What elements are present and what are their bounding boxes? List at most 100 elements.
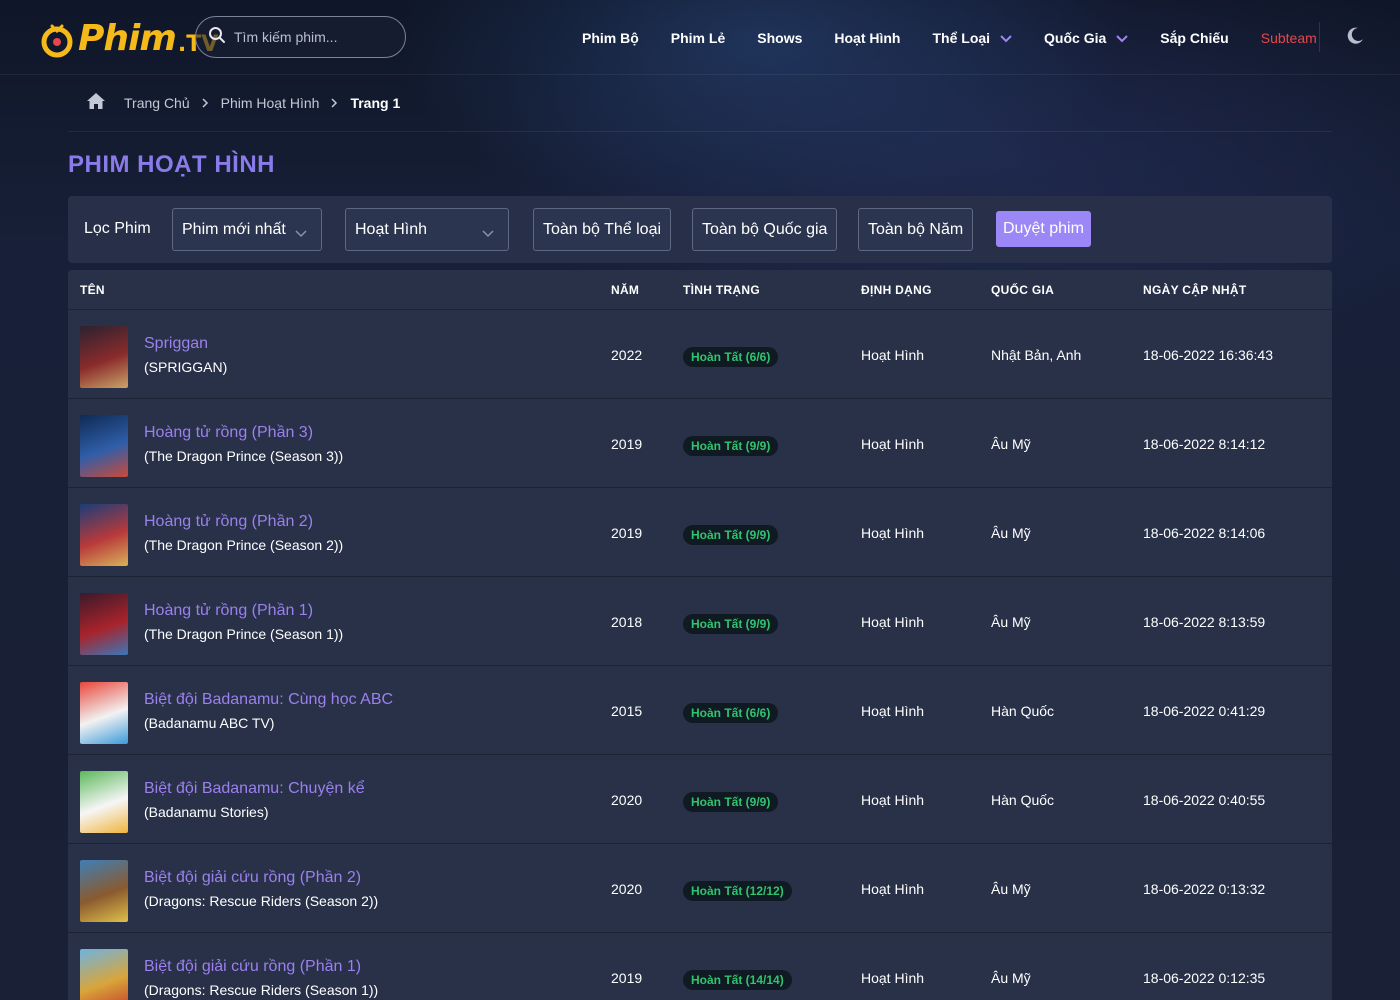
table-row[interactable]: Hoàng tử rồng (Phần 3) (The Dragon Prince… [68,399,1332,488]
table-row[interactable]: Hoàng tử rồng (Phần 1) (The Dragon Prince… [68,577,1332,666]
movie-format: Hoạt Hình [861,703,925,719]
column-header-country: QUỐC GIA [991,283,1055,297]
nav-sap-chieu[interactable]: Sắp Chiếu [1160,30,1228,46]
nav-shows[interactable]: Shows [757,30,802,46]
poster-thumbnail[interactable] [80,415,128,477]
column-header-updated: NGÀY CẬP NHẬT [1143,283,1247,297]
poster-thumbnail[interactable] [80,771,128,833]
movie-format: Hoạt Hình [861,347,925,363]
movie-year: 2019 [611,970,643,986]
moon-icon[interactable] [1345,26,1365,51]
poster-thumbnail[interactable] [80,326,128,388]
column-header-status: TÌNH TRẠNG [683,283,760,297]
nav-label: Phim Bộ [582,29,639,46]
movie-updated-date: 18-06-2022 8:14:12 [1143,436,1266,452]
movie-title-link[interactable]: Biệt đội Badanamu: Chuyện kể [144,780,365,798]
country-filter-button[interactable]: Toàn bộ Quốc gia [692,208,838,251]
movie-country: Âu Mỹ [991,970,1031,986]
home-icon[interactable] [86,92,106,113]
poster-thumbnail[interactable] [80,860,128,922]
poster-thumbnail[interactable] [80,593,128,655]
nav-phim-bo[interactable]: Phim Bộ [582,30,639,46]
poster-thumbnail[interactable] [80,949,128,1000]
site-logo[interactable]: Phim .TV [40,16,218,58]
nav-the-loai-dropdown[interactable]: Thể Loại [932,30,1012,46]
chevron-down-icon [295,225,307,243]
nav-phim-le[interactable]: Phim Lẻ [671,30,725,46]
movie-original-title: (Badanamu ABC TV) [144,715,275,731]
nav-label: Phim Lẻ [670,29,726,46]
movie-title-link[interactable]: Biệt đội giải cứu rồng (Phần 1) [144,958,361,976]
genre-filter-label: Toàn bộ Thể loại [543,220,662,238]
column-header-year: NĂM [611,283,640,297]
search-input[interactable] [234,29,394,45]
chevron-down-icon [1116,30,1128,46]
table-row[interactable]: Biệt đội giải cứu rồng (Phần 2) (Dragons:… [68,844,1332,933]
movie-table: TÊN NĂM TÌNH TRẠNG ĐỊNH DẠNG QUỐC GIA NG… [68,270,1332,1000]
movie-year: 2015 [611,703,643,719]
movie-original-title: (The Dragon Prince (Season 1)) [144,626,344,642]
movie-updated-date: 18-06-2022 0:40:55 [1143,792,1266,808]
breadcrumb: Trang Chủ Phim Hoạt Hình Trang 1 [86,92,400,113]
status-badge: Hoàn Tất (9/9) [683,614,779,634]
poster-thumbnail[interactable] [80,504,128,566]
movie-original-title: (Dragons: Rescue Riders (Season 2)) [144,893,379,909]
browse-submit-label: Duyệt phim [1003,220,1084,237]
year-filter-label: Toàn bộ Năm [868,220,964,238]
page-title: PHIM HOẠT HÌNH [68,151,275,178]
movie-updated-date: 18-06-2022 0:12:35 [1143,970,1266,986]
movie-year: 2018 [611,614,643,630]
nav-divider [1319,22,1320,52]
column-header-name: TÊN [80,283,105,297]
movie-title-link[interactable]: Hoàng tử rồng (Phần 2) [144,513,313,531]
nav-subteam[interactable]: Subteam [1261,30,1317,46]
movie-year: 2019 [611,436,643,452]
movie-year: 2022 [611,347,643,363]
table-row[interactable]: Biệt đội Badanamu: Chuyện kể (Badanamu St… [68,755,1332,844]
movie-title-link[interactable]: Biệt đội Badanamu: Cùng học ABC [144,691,393,709]
nav-hoat-hinh[interactable]: Hoạt Hình [834,30,900,46]
status-badge: Hoàn Tất (12/12) [683,881,792,901]
sort-select-value: Phim mới nhất [182,220,286,238]
browse-submit-button[interactable]: Duyệt phim [996,211,1091,247]
chevron-right-icon [331,95,338,111]
genre-filter-button[interactable]: Toàn bộ Thể loại [533,208,672,251]
top-header: Phim .TV Phim Bộ Phim Lẻ Shows Hoạt Hình… [0,0,1400,75]
table-row[interactable]: Hoàng tử rồng (Phần 2) (The Dragon Prince… [68,488,1332,577]
table-row[interactable]: Biệt đội giải cứu rồng (Phần 1) (Dragons:… [68,933,1332,1000]
sort-select[interactable]: Phim mới nhất [172,208,322,251]
status-badge: Hoàn Tất (6/6) [683,703,779,723]
movie-updated-date: 18-06-2022 0:13:32 [1143,881,1266,897]
nav-quoc-gia-dropdown[interactable]: Quốc Gia [1044,30,1128,46]
movie-title-link[interactable]: Hoàng tử rồng (Phần 3) [144,424,313,442]
column-header-format: ĐỊNH DẠNG [861,283,932,297]
chevron-right-icon [202,95,209,111]
poster-thumbnail[interactable] [80,682,128,744]
chevron-down-icon [1000,30,1012,46]
nav-label: Sắp Chiếu [1160,29,1229,46]
table-header: TÊN NĂM TÌNH TRẠNG ĐỊNH DẠNG QUỐC GIA NG… [68,270,1332,310]
nav-label: Subteam [1260,29,1317,46]
movie-original-title: (Badanamu Stories) [144,804,269,820]
movie-format: Hoạt Hình [861,792,925,808]
chevron-down-icon [482,225,494,243]
movie-updated-date: 18-06-2022 8:14:06 [1143,525,1266,541]
table-row[interactable]: Biệt đội Badanamu: Cùng học ABC (Badanamu… [68,666,1332,755]
nav-label: Hoạt Hình [834,29,901,46]
year-filter-button[interactable]: Toàn bộ Năm [858,208,974,251]
table-body: Spriggan (SPRIGGAN) 2022 Hoàn Tất (6/6) Hoạt… [68,310,1332,1000]
movie-country: Hàn Quốc [991,703,1055,719]
status-badge: Hoàn Tất (14/14) [683,970,792,990]
movie-format: Hoạt Hình [861,970,925,986]
main-nav: Phim Bộ Phim Lẻ Shows Hoạt Hình Thể Loại… [582,0,1317,75]
breadcrumb-category-link[interactable]: Phim Hoạt Hình [221,95,320,111]
search-icon[interactable] [208,26,226,49]
table-row[interactable]: Spriggan (SPRIGGAN) 2022 Hoàn Tất (6/6) Hoạt… [68,310,1332,399]
movie-original-title: (The Dragon Prince (Season 3)) [144,448,344,464]
type-select[interactable]: Hoạt Hình [345,208,509,251]
movie-title-link[interactable]: Biệt đội giải cứu rồng (Phần 2) [144,869,361,887]
movie-title-link[interactable]: Spriggan [144,335,208,353]
movie-country: Nhật Bản, Anh [991,347,1082,363]
movie-title-link[interactable]: Hoàng tử rồng (Phần 1) [144,602,313,620]
breadcrumb-home-link[interactable]: Trang Chủ [124,95,190,111]
